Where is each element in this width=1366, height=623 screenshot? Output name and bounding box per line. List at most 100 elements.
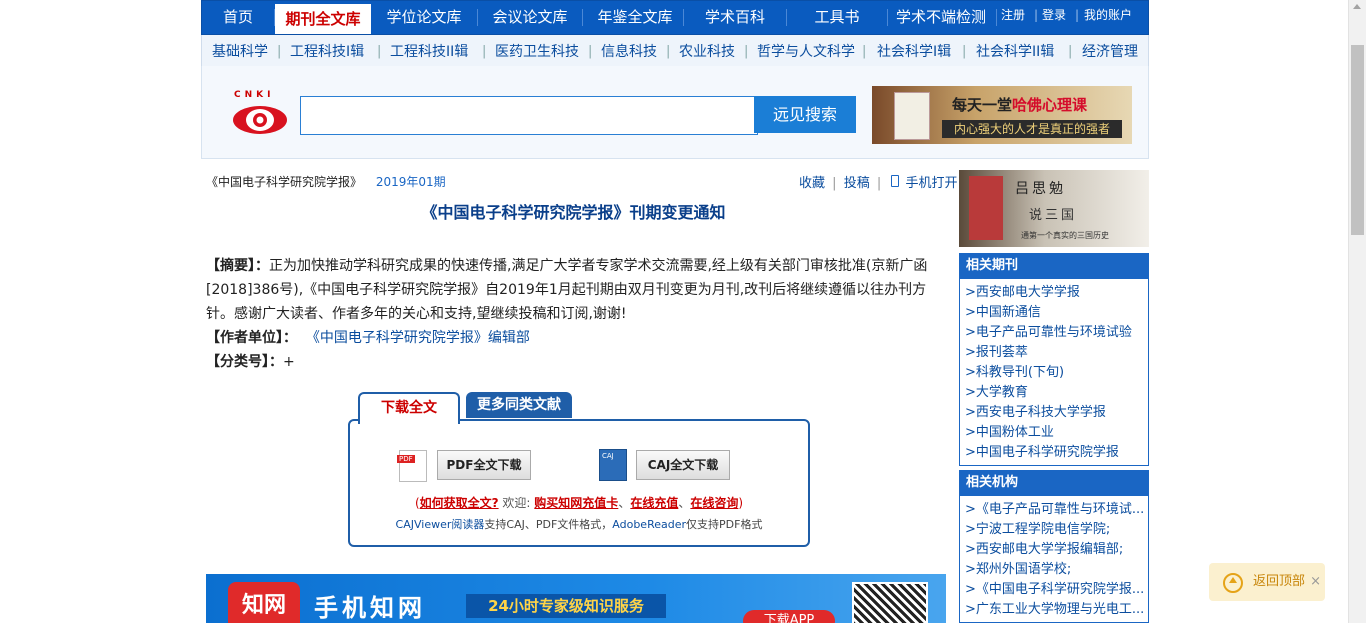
search-input[interactable] [300, 96, 758, 135]
related-journal-item[interactable]: >报刊荟萃 [965, 343, 1148, 363]
caj-icon: CAJ [599, 449, 627, 481]
search-band: CNKI 远见搜索 每天一堂哈佛心理课 内心强大的人才是真正的强者 [201, 66, 1149, 159]
banner-slogan: 24小时专家级知识服务 [466, 594, 666, 618]
breadcrumb-issue[interactable]: 2019年01期 [376, 175, 446, 189]
cajviewer-link[interactable]: CAJViewer阅读器 [396, 518, 485, 531]
reader-info: CAJViewer阅读器支持CAJ、PDF文件格式，AdobeReader仅支持… [395, 518, 763, 531]
caj-download-button[interactable]: CAJ全文下载 [636, 450, 730, 480]
how-to-get-link[interactable]: 如何获取全文? [420, 496, 499, 510]
related-org-item[interactable]: >《中国电子科学研究院学报... [965, 580, 1148, 600]
online-recharge-link[interactable]: 在线充值 [630, 496, 678, 510]
mobile-icon [891, 175, 900, 187]
related-org-item[interactable]: >郑州外国语学校; [965, 560, 1148, 580]
nav-theses[interactable]: 学位论文库 [372, 1, 476, 34]
back-to-top-label: 返回顶部 [1253, 574, 1306, 589]
top-nav: 首页 期刊全文库 学位论文库 会议论文库 年鉴全文库 学术百科 工具书 学术不端… [201, 0, 1149, 35]
related-journals-title: 相关期刊 [960, 253, 1148, 279]
close-icon[interactable]: × [1310, 563, 1321, 601]
ad-subtitle: 内心强大的人才是真正的强者 [942, 120, 1122, 138]
login-link[interactable]: 登录 [1042, 1, 1066, 31]
cnki-logo-icon [233, 106, 287, 134]
related-org-item[interactable]: >广东工业大学物理与光电工... [965, 600, 1148, 620]
related-journal-item[interactable]: >西安邮电大学学报 [965, 283, 1148, 303]
related-journal-item[interactable]: >电子产品可靠性与环境试验 [965, 323, 1148, 343]
open-on-mobile-link[interactable]: 手机打开 [906, 176, 958, 191]
sidebar-ad-subtitle: 说三国 [1029, 208, 1078, 223]
submit-link[interactable]: 投稿 [844, 176, 870, 191]
buy-card-link[interactable]: 购买知网充值卡 [534, 496, 618, 510]
sidebar-ad[interactable]: 吕思勉 说三国 通第一个真实的三国历史 [959, 170, 1149, 247]
subnav-social-2[interactable]: 社会科学II辑 [976, 35, 1054, 69]
nav-home[interactable]: 首页 [202, 1, 274, 34]
register-link[interactable]: 注册 [1001, 1, 1025, 31]
nav-conferences[interactable]: 会议论文库 [478, 1, 582, 34]
nav-journals[interactable]: 期刊全文库 [275, 1, 371, 34]
book-cover [894, 92, 930, 140]
breadcrumb-journal[interactable]: 《中国电子科学研究院学报》 [206, 175, 362, 189]
arrow-up-icon [1223, 573, 1243, 593]
banner-logo: 知网 [228, 582, 300, 623]
class-label: 【分类号】： [206, 354, 283, 370]
subnav-social-1[interactable]: 社会科学I辑 [877, 35, 951, 69]
sidebar: 吕思勉 说三国 通第一个真实的三国历史 相关期刊 >西安邮电大学学报 >中国新通… [959, 170, 1149, 623]
subnav-humanities[interactable]: 哲学与人文科学 [757, 35, 855, 69]
sidebar-ad-title: 吕思勉 [1015, 181, 1066, 197]
related-journal-item[interactable]: >科教导刊(下旬) [965, 363, 1148, 383]
qr-code-icon [852, 582, 928, 623]
search-button[interactable]: 远见搜索 [754, 96, 856, 133]
page-wrapper: 首页 期刊全文库 学位论文库 会议论文库 年鉴全文库 学术百科 工具书 学术不端… [201, 0, 1149, 623]
pdf-icon: PDF [397, 450, 427, 482]
tab-download-full[interactable]: 下载全文 [358, 392, 460, 424]
subnav-engineering-1[interactable]: 工程科技I辑 [290, 35, 364, 69]
related-orgs-title: 相关机构 [960, 470, 1148, 496]
logo-text: CNKI [234, 90, 275, 100]
breadcrumb: 《中国电子科学研究院学报》 2019年01期 [206, 173, 446, 190]
sidebar-ad-tagline: 通第一个真实的三国历史 [1021, 231, 1109, 240]
related-journal-item[interactable]: >中国电子科学研究院学报 [965, 443, 1148, 463]
related-journal-item[interactable]: >中国新通信 [965, 303, 1148, 323]
article-tools: 收藏 | 投稿 | 手机打开 [799, 175, 958, 191]
pdf-download-button[interactable]: PDF全文下载 [437, 450, 531, 480]
abstract-text: 正为加快推动学科研究成果的快速传播,满足广大学者专家学术交流需要,经上级有关部门… [206, 258, 928, 322]
related-org-item[interactable]: >西安邮电大学学报编辑部; [965, 540, 1148, 560]
favorite-link[interactable]: 收藏 [799, 176, 825, 191]
adobereader-link[interactable]: AdobeReader [612, 518, 686, 531]
banner-title: 手机知网 [314, 593, 426, 622]
download-app-button[interactable]: 下载APP [743, 610, 835, 623]
related-orgs-box: 相关机构 >《电子产品可靠性与环境试... >宁波工程学院电信学院; >西安邮电… [959, 470, 1149, 623]
nav-encyclopedia[interactable]: 学术百科 [684, 1, 786, 34]
related-org-item[interactable]: >宁波工程学院电信学院; [965, 520, 1148, 540]
nav-reference[interactable]: 工具书 [787, 1, 887, 34]
abstract-label: 【摘要】： [206, 258, 269, 274]
top-ad-banner[interactable]: 每天一堂哈佛心理课 内心强大的人才是真正的强者 [872, 86, 1132, 144]
article-abstract: 【摘要】：正为加快推动学科研究成果的快速传播,满足广大学者专家学术交流需要,经上… [206, 254, 946, 374]
subnav-information[interactable]: 信息科技 [601, 35, 657, 69]
subnav-agriculture[interactable]: 农业科技 [679, 35, 735, 69]
online-consult-link[interactable]: 在线咨询 [690, 496, 738, 510]
related-journal-item[interactable]: >中国粉体工业 [965, 423, 1148, 443]
nav-plagiarism[interactable]: 学术不端检测 [888, 1, 994, 34]
article-title: 《中国电子科学研究院学报》刊期变更通知 [421, 203, 726, 222]
tab-related-docs[interactable]: 更多同类文献 [466, 392, 572, 418]
author-unit-link[interactable]: 《中国电子科学研究院学报》编辑部 [306, 330, 530, 346]
nav-yearbooks[interactable]: 年鉴全文库 [583, 1, 687, 34]
related-journal-item[interactable]: >大学教育 [965, 383, 1148, 403]
class-value: + [283, 354, 295, 370]
subnav-economics[interactable]: 经济管理 [1082, 35, 1138, 69]
page-scrollbar[interactable] [1348, 0, 1366, 623]
scroll-up-icon[interactable] [1353, 4, 1361, 9]
ad-title: 每天一堂哈佛心理课 [952, 96, 1088, 114]
download-help: (如何获取全文? 欢迎: 购买知网充值卡、在线充值、在线咨询) [414, 496, 744, 510]
related-org-item[interactable]: >《电子产品可靠性与环境试... [965, 500, 1148, 520]
my-account-link[interactable]: 我的账户 [1084, 1, 1132, 31]
author-label: 【作者单位】： [206, 330, 297, 346]
back-to-top[interactable]: 返回顶部 × [1209, 563, 1325, 601]
subnav-basic-science[interactable]: 基础科学 [212, 35, 268, 69]
scroll-thumb[interactable] [1351, 45, 1364, 235]
sub-nav: 基础科学 | 工程科技I辑 | 工程科技II辑 | 医药卫生科技 | 信息科技 … [201, 35, 1149, 67]
mobile-cnki-banner[interactable]: 知网 手机知网 24小时专家级知识服务 下载APP [206, 574, 946, 623]
subnav-medicine[interactable]: 医药卫生科技 [495, 35, 579, 69]
related-journal-item[interactable]: >西安电子科技大学学报 [965, 403, 1148, 423]
subnav-engineering-2[interactable]: 工程科技II辑 [390, 35, 468, 69]
book-cover [969, 176, 1003, 240]
